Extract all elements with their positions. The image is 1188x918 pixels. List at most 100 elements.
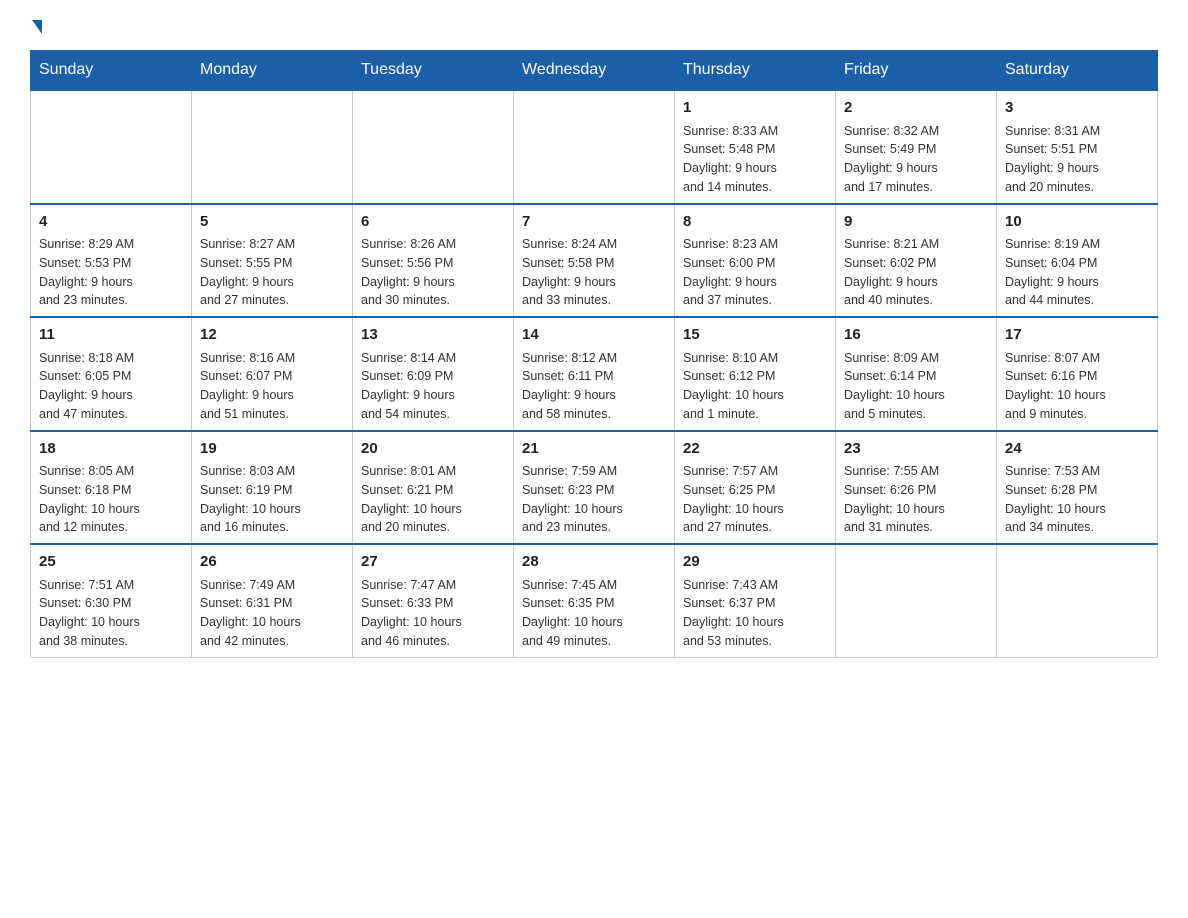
day-info: Sunset: 6:31 PM	[200, 594, 344, 613]
day-info: Sunrise: 8:21 AM	[844, 235, 988, 254]
day-info: Sunset: 5:48 PM	[683, 140, 827, 159]
day-info: and 23 minutes.	[39, 291, 183, 310]
day-cell: 8Sunrise: 8:23 AMSunset: 6:00 PMDaylight…	[675, 204, 836, 318]
day-cell: 12Sunrise: 8:16 AMSunset: 6:07 PMDayligh…	[192, 317, 353, 431]
day-cell: 20Sunrise: 8:01 AMSunset: 6:21 PMDayligh…	[353, 431, 514, 545]
day-cell	[997, 544, 1158, 657]
day-info: Daylight: 10 hours	[361, 500, 505, 519]
day-info: and 9 minutes.	[1005, 405, 1149, 424]
day-info: Daylight: 9 hours	[200, 386, 344, 405]
day-cell: 27Sunrise: 7:47 AMSunset: 6:33 PMDayligh…	[353, 544, 514, 657]
day-info: Sunset: 5:51 PM	[1005, 140, 1149, 159]
day-info: Sunset: 5:53 PM	[39, 254, 183, 273]
day-info: Sunrise: 8:29 AM	[39, 235, 183, 254]
day-cell	[31, 90, 192, 204]
day-number: 13	[361, 324, 505, 347]
day-info: Sunrise: 7:47 AM	[361, 576, 505, 595]
day-info: Sunset: 6:05 PM	[39, 367, 183, 386]
day-info: Sunrise: 8:32 AM	[844, 122, 988, 141]
day-info: Daylight: 9 hours	[844, 159, 988, 178]
weekday-header-tuesday: Tuesday	[353, 51, 514, 91]
weekday-header-sunday: Sunday	[31, 51, 192, 91]
week-row-2: 4Sunrise: 8:29 AMSunset: 5:53 PM Daylight…	[31, 204, 1158, 318]
day-info: Sunset: 6:21 PM	[361, 481, 505, 500]
day-info: Sunrise: 7:55 AM	[844, 462, 988, 481]
day-number: 20	[361, 438, 505, 461]
day-info: Daylight: 10 hours	[361, 613, 505, 632]
day-info: Daylight: 9 hours	[361, 273, 505, 292]
day-info: Sunrise: 8:12 AM	[522, 349, 666, 368]
day-number: 24	[1005, 438, 1149, 461]
day-info: and 23 minutes.	[522, 518, 666, 537]
week-row-4: 18Sunrise: 8:05 AMSunset: 6:18 PMDayligh…	[31, 431, 1158, 545]
day-info: Sunset: 6:11 PM	[522, 367, 666, 386]
day-number: 28	[522, 551, 666, 574]
day-info: Sunrise: 8:26 AM	[361, 235, 505, 254]
day-info: Sunset: 6:28 PM	[1005, 481, 1149, 500]
weekday-header-monday: Monday	[192, 51, 353, 91]
day-info: Sunrise: 8:07 AM	[1005, 349, 1149, 368]
day-info: Daylight: 9 hours	[522, 386, 666, 405]
day-info: Daylight: 9 hours	[1005, 159, 1149, 178]
calendar-table: SundayMondayTuesdayWednesdayThursdayFrid…	[30, 50, 1158, 658]
day-info: Sunrise: 8:14 AM	[361, 349, 505, 368]
weekday-header-thursday: Thursday	[675, 51, 836, 91]
day-cell: 19Sunrise: 8:03 AMSunset: 6:19 PMDayligh…	[192, 431, 353, 545]
day-info: Daylight: 10 hours	[522, 613, 666, 632]
day-info: and 5 minutes.	[844, 405, 988, 424]
day-number: 11	[39, 324, 183, 347]
day-info: and 40 minutes.	[844, 291, 988, 310]
day-cell: 26Sunrise: 7:49 AMSunset: 6:31 PMDayligh…	[192, 544, 353, 657]
day-info: Sunset: 6:18 PM	[39, 481, 183, 500]
day-info: and 31 minutes.	[844, 518, 988, 537]
week-row-1: 1Sunrise: 8:33 AMSunset: 5:48 PMDaylight…	[31, 90, 1158, 204]
day-info: Daylight: 9 hours	[39, 386, 183, 405]
day-cell: 24Sunrise: 7:53 AMSunset: 6:28 PMDayligh…	[997, 431, 1158, 545]
day-cell: 25Sunrise: 7:51 AMSunset: 6:30 PMDayligh…	[31, 544, 192, 657]
day-info: Daylight: 9 hours	[844, 273, 988, 292]
day-number: 21	[522, 438, 666, 461]
day-info: Daylight: 10 hours	[200, 500, 344, 519]
day-info: Daylight: 9 hours	[1005, 273, 1149, 292]
day-number: 22	[683, 438, 827, 461]
day-cell: 15Sunrise: 8:10 AMSunset: 6:12 PMDayligh…	[675, 317, 836, 431]
day-info: Sunrise: 8:24 AM	[522, 235, 666, 254]
day-info: and 38 minutes.	[39, 632, 183, 651]
day-number: 3	[1005, 97, 1149, 120]
day-info: and 53 minutes.	[683, 632, 827, 651]
weekday-header-friday: Friday	[836, 51, 997, 91]
day-info: and 20 minutes.	[361, 518, 505, 537]
day-info: and 44 minutes.	[1005, 291, 1149, 310]
day-number: 9	[844, 211, 988, 234]
day-info: Sunset: 6:14 PM	[844, 367, 988, 386]
day-cell: 9Sunrise: 8:21 AMSunset: 6:02 PMDaylight…	[836, 204, 997, 318]
day-number: 4	[39, 211, 183, 234]
day-info: Sunset: 6:16 PM	[1005, 367, 1149, 386]
day-info: and 30 minutes.	[361, 291, 505, 310]
day-info: Daylight: 9 hours	[522, 273, 666, 292]
day-info: and 58 minutes.	[522, 405, 666, 424]
day-info: Sunrise: 8:05 AM	[39, 462, 183, 481]
day-info: and 1 minute.	[683, 405, 827, 424]
day-info: Sunset: 6:23 PM	[522, 481, 666, 500]
day-info: and 17 minutes.	[844, 178, 988, 197]
day-number: 7	[522, 211, 666, 234]
day-cell: 22Sunrise: 7:57 AMSunset: 6:25 PMDayligh…	[675, 431, 836, 545]
day-info: Sunrise: 8:10 AM	[683, 349, 827, 368]
day-cell: 28Sunrise: 7:45 AMSunset: 6:35 PMDayligh…	[514, 544, 675, 657]
day-cell	[353, 90, 514, 204]
day-info: Sunrise: 8:19 AM	[1005, 235, 1149, 254]
day-number: 25	[39, 551, 183, 574]
day-info: Sunrise: 8:16 AM	[200, 349, 344, 368]
day-cell: 14Sunrise: 8:12 AMSunset: 6:11 PMDayligh…	[514, 317, 675, 431]
day-info: and 27 minutes.	[200, 291, 344, 310]
day-number: 1	[683, 97, 827, 120]
day-cell: 2Sunrise: 8:32 AMSunset: 5:49 PMDaylight…	[836, 90, 997, 204]
day-cell: 17Sunrise: 8:07 AMSunset: 6:16 PMDayligh…	[997, 317, 1158, 431]
day-cell: 6Sunrise: 8:26 AMSunset: 5:56 PMDaylight…	[353, 204, 514, 318]
day-cell: 10Sunrise: 8:19 AMSunset: 6:04 PMDayligh…	[997, 204, 1158, 318]
day-info: Daylight: 10 hours	[39, 613, 183, 632]
day-cell	[192, 90, 353, 204]
day-cell: 18Sunrise: 8:05 AMSunset: 6:18 PMDayligh…	[31, 431, 192, 545]
day-info: Daylight: 10 hours	[1005, 500, 1149, 519]
